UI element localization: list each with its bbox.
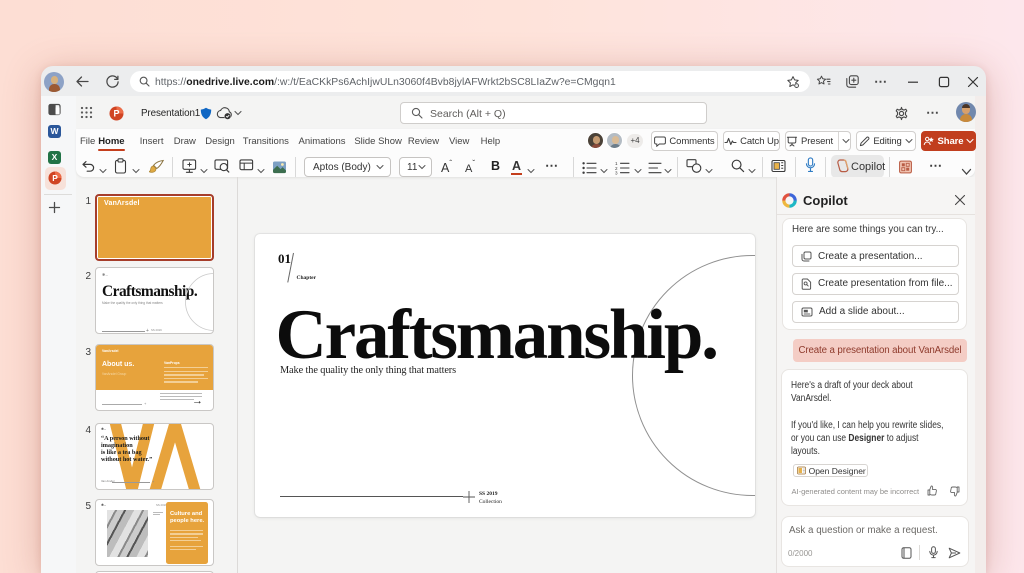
svg-text:3: 3: [615, 171, 618, 176]
svg-text:P: P: [52, 173, 58, 183]
svg-text:P: P: [113, 108, 119, 118]
